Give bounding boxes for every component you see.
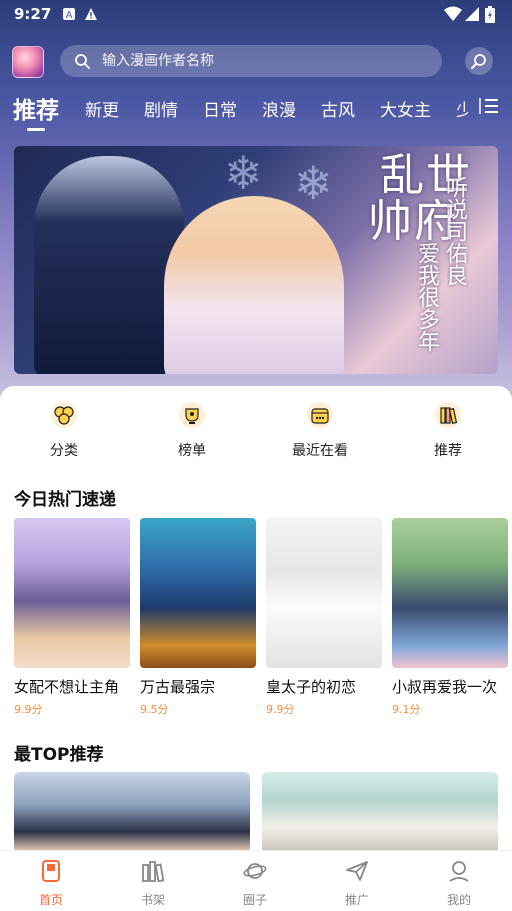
quick-action-category[interactable]: 分类	[0, 400, 128, 460]
comic-card[interactable]: 小叔再爱我一次 9.1分	[392, 518, 508, 717]
tab-recommend[interactable]: 推荐	[13, 91, 59, 125]
tab-plot[interactable]: 剧情	[144, 96, 178, 121]
tab-new[interactable]: 新更	[85, 96, 119, 121]
status-time: 9:27	[14, 5, 52, 23]
snowflake-icon: ❄	[294, 156, 333, 210]
category-tabs: 推荐 新更 剧情 日常 浪漫 古风 大女主 少	[0, 88, 512, 132]
status-bar: 9:27 A	[0, 0, 512, 30]
notification-app-icon: A	[63, 8, 75, 21]
nav-home[interactable]: 首页	[0, 859, 102, 908]
profile-icon	[449, 861, 469, 882]
comic-score: 9.1分	[392, 703, 421, 716]
quick-action-label: 榜单	[178, 443, 206, 459]
bottom-nav: 首页 书架 圈子 推广 我的	[0, 850, 512, 911]
nav-bookshelf[interactable]: 书架	[102, 859, 204, 908]
search-bar[interactable]	[60, 45, 442, 77]
banner-character-male	[34, 156, 184, 374]
user-avatar[interactable]	[12, 46, 44, 78]
nav-promote[interactable]: 推广	[306, 859, 408, 908]
recommend-icon	[433, 400, 463, 430]
tab-partial[interactable]: 少	[456, 96, 468, 121]
comic-title: 小叔再爱我一次	[392, 678, 498, 696]
banner-character-female	[164, 196, 344, 374]
banner-subtitle-col1: 听说司佑良	[442, 176, 467, 286]
nav-label: 推广	[344, 893, 369, 907]
content-panel: 分类 榜单 最近在看 推荐 今日热门速递 女配不想让主角 9.9分 万古最强宗 …	[0, 386, 512, 852]
top-comic-card[interactable]	[262, 772, 498, 852]
comic-title: 皇太子的初恋	[266, 678, 357, 696]
quick-action-recommend[interactable]: 推荐	[384, 400, 512, 460]
comic-card[interactable]: 女配不想让主角 9.9分	[14, 518, 130, 717]
scan-button[interactable]	[465, 47, 493, 75]
top-comic-card[interactable]	[14, 772, 250, 852]
quick-action-ranking[interactable]: 榜单	[128, 400, 256, 460]
search-input[interactable]	[100, 52, 404, 70]
home-icon	[42, 860, 60, 882]
magnifier-icon	[471, 54, 486, 69]
nav-label: 书架	[140, 893, 165, 907]
quick-action-label: 最近在看	[292, 443, 348, 459]
comic-card[interactable]: 万古最强宗 9.5分	[140, 518, 256, 717]
signal-icon	[465, 7, 479, 21]
comic-title: 万古最强宗	[140, 678, 216, 696]
search-icon	[75, 54, 90, 69]
nav-profile[interactable]: 我的	[408, 859, 510, 908]
nav-label: 圈子	[242, 893, 267, 907]
quick-action-recent[interactable]: 最近在看	[256, 400, 384, 460]
comic-cover[interactable]	[140, 518, 256, 668]
tab-daily[interactable]: 日常	[203, 96, 237, 121]
paper-plane-icon	[346, 861, 368, 881]
menu-icon[interactable]	[478, 96, 500, 116]
bookshelf-icon	[142, 861, 165, 883]
section-title-hot: 今日热门速递	[14, 490, 116, 510]
warning-icon	[85, 8, 97, 20]
quick-action-label: 分类	[50, 443, 78, 459]
active-tab-indicator	[27, 128, 45, 131]
comic-card[interactable]: 皇太子的初恋 9.9分	[266, 518, 382, 717]
tab-romance[interactable]: 浪漫	[262, 96, 296, 121]
ranking-icon	[177, 400, 207, 430]
banner-subtitle-col2: 爱我很多年	[414, 242, 439, 352]
comic-score: 9.9分	[266, 703, 295, 716]
nav-circle[interactable]: 圈子	[204, 859, 306, 908]
nav-label: 我的	[446, 893, 471, 907]
comic-cover[interactable]	[392, 518, 508, 668]
tab-ancient[interactable]: 古风	[321, 96, 355, 121]
tab-heroine[interactable]: 大女主	[380, 96, 431, 121]
category-icon	[49, 400, 79, 430]
battery-icon	[485, 6, 495, 23]
snowflake-icon: ❄	[224, 146, 263, 200]
banner-title: 乱世 帅府	[368, 154, 472, 246]
comic-score: 9.9分	[14, 703, 43, 716]
banner-carousel[interactable]: ❄ ❄ ❄ 乱世 帅府 听说司佑良 爱我很多年	[14, 146, 498, 374]
svg-text:A: A	[66, 10, 73, 21]
comic-cover[interactable]	[14, 518, 130, 668]
planet-icon	[243, 863, 267, 879]
recent-icon	[305, 400, 335, 430]
comic-score: 9.5分	[140, 703, 169, 716]
section-title-top: 最TOP推荐	[14, 745, 104, 765]
comic-cover[interactable]	[266, 518, 382, 668]
wifi-icon	[444, 6, 462, 21]
quick-action-label: 推荐	[434, 443, 462, 459]
nav-label: 首页	[38, 893, 63, 907]
comic-title: 女配不想让主角	[14, 678, 120, 696]
